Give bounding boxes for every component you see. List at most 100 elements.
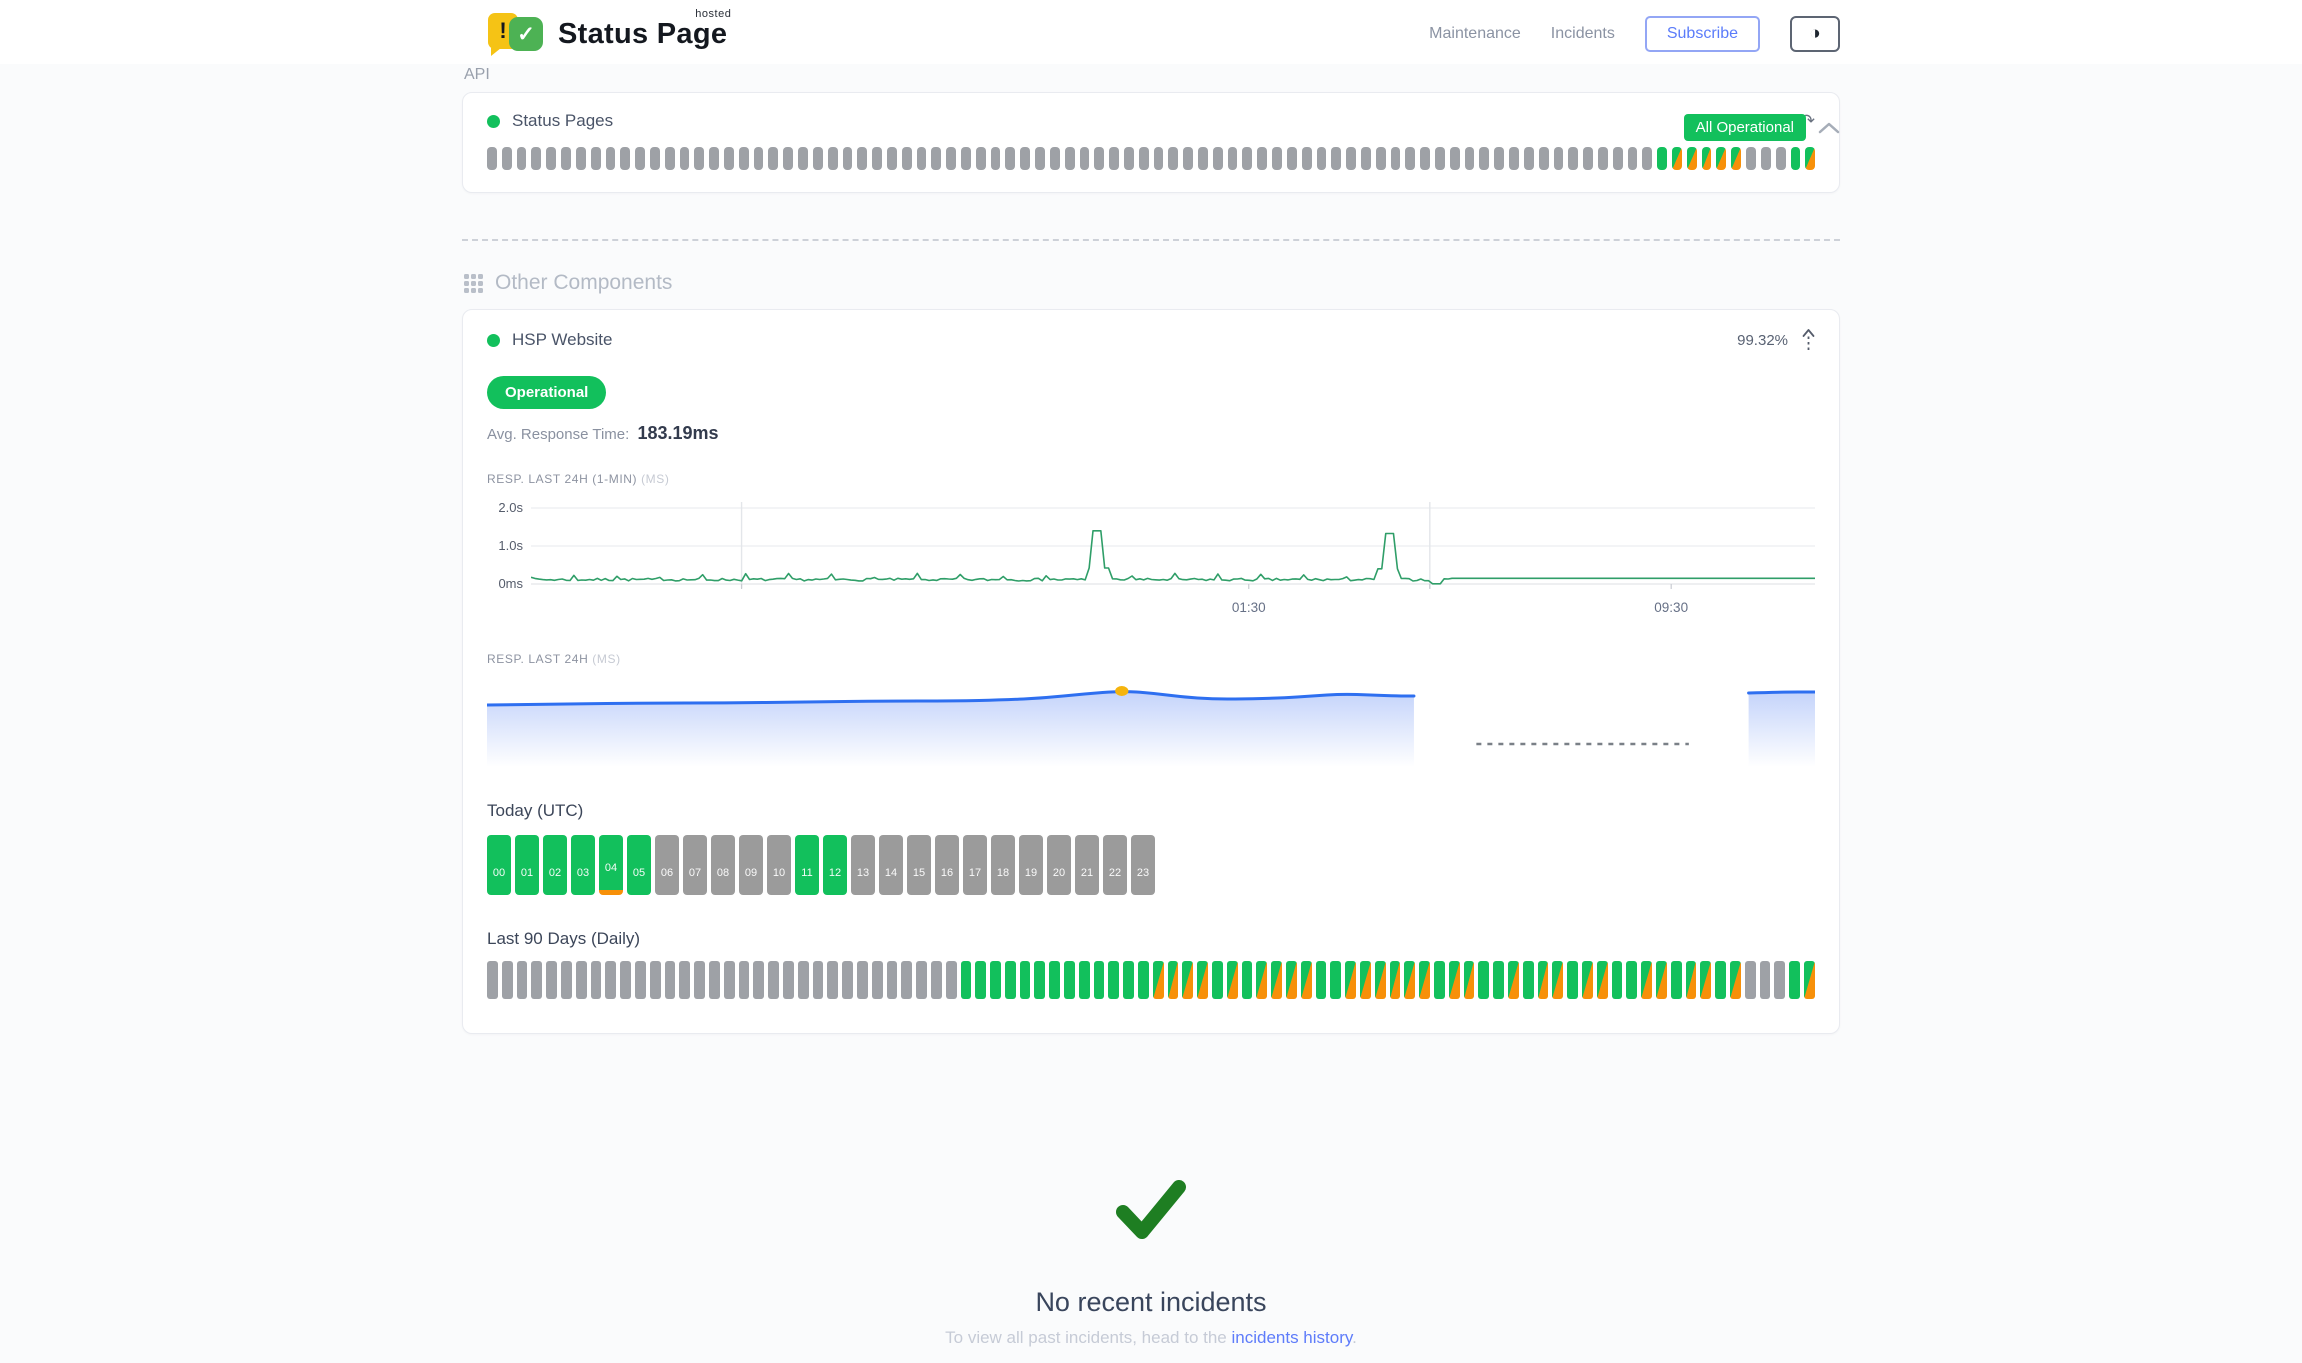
hour-block-11[interactable]: 11: [795, 835, 819, 895]
uptime-bar[interactable]: [1789, 961, 1800, 999]
uptime-bar[interactable]: [1287, 147, 1297, 170]
uptime-bar[interactable]: [1761, 147, 1771, 170]
uptime-bar[interactable]: [1049, 961, 1060, 999]
uptime-bar[interactable]: [1612, 961, 1623, 999]
uptime-bar[interactable]: [1005, 961, 1016, 999]
uptime-bar[interactable]: [517, 147, 527, 170]
uptime-bar[interactable]: [887, 961, 898, 999]
uptime-bar[interactable]: [605, 961, 616, 999]
uptime-bar[interactable]: [1804, 961, 1815, 999]
uptime-bar[interactable]: [1391, 147, 1401, 170]
uptime-bar[interactable]: [990, 961, 1001, 999]
hour-block-01[interactable]: 01: [515, 835, 539, 895]
uptime-bar[interactable]: [1776, 147, 1786, 170]
uptime-bar[interactable]: [1730, 961, 1741, 999]
uptime-bar[interactable]: [1672, 147, 1682, 170]
uptime-bar[interactable]: [1597, 961, 1608, 999]
hour-block-04[interactable]: 04: [599, 835, 623, 895]
uptime-bar[interactable]: [1805, 147, 1815, 170]
uptime-bar[interactable]: [1671, 961, 1682, 999]
hour-block-20[interactable]: 20: [1047, 835, 1071, 895]
uptime-bar[interactable]: [1330, 961, 1341, 999]
hour-block-13[interactable]: 13: [851, 835, 875, 895]
uptime-bar[interactable]: [1465, 147, 1475, 170]
uptime-bar[interactable]: [679, 961, 690, 999]
hour-block-12[interactable]: 12: [823, 835, 847, 895]
hour-block-23[interactable]: 23: [1131, 835, 1155, 895]
uptime-bar[interactable]: [1774, 961, 1785, 999]
uptime-bar[interactable]: [1272, 147, 1282, 170]
hour-block-09[interactable]: 09: [739, 835, 763, 895]
uptime-bar[interactable]: [1552, 961, 1563, 999]
uptime-bar[interactable]: [1227, 961, 1238, 999]
uptime-bar[interactable]: [1554, 147, 1564, 170]
uptime-bar[interactable]: [531, 147, 541, 170]
uptime-bar[interactable]: [842, 961, 853, 999]
uptime-bar[interactable]: [1716, 147, 1726, 170]
response-time-day-chart[interactable]: [487, 672, 1815, 767]
uptime-bar[interactable]: [694, 147, 704, 170]
uptime-bar[interactable]: [650, 147, 660, 170]
collapse-arrow-up-icon[interactable]: [1802, 328, 1815, 352]
uptime-bar[interactable]: [561, 961, 572, 999]
uptime-bar[interactable]: [1390, 961, 1401, 999]
uptime-bar[interactable]: [1154, 147, 1164, 170]
uptime-bar[interactable]: [1198, 147, 1208, 170]
uptime-bar[interactable]: [1628, 147, 1638, 170]
uptime-bar[interactable]: [783, 147, 793, 170]
uptime-bar[interactable]: [709, 147, 719, 170]
uptime-bar[interactable]: [916, 961, 927, 999]
uptime-bar[interactable]: [1434, 961, 1445, 999]
uptime-bar[interactable]: [1598, 147, 1608, 170]
uptime-bar[interactable]: [754, 147, 764, 170]
uptime-bar[interactable]: [1109, 147, 1119, 170]
brand-logo[interactable]: ! ✓ Status Page hosted: [488, 10, 727, 58]
uptime-bar[interactable]: [576, 147, 586, 170]
hour-block-18[interactable]: 18: [991, 835, 1015, 895]
uptime-bar[interactable]: [1020, 147, 1030, 170]
uptime-bar[interactable]: [872, 147, 882, 170]
uptime-bar[interactable]: [887, 147, 897, 170]
uptime-bar[interactable]: [1286, 961, 1297, 999]
uptime-bar[interactable]: [857, 147, 867, 170]
uptime-bar[interactable]: [1478, 961, 1489, 999]
subscribe-button[interactable]: Subscribe: [1645, 16, 1760, 52]
uptime-bar[interactable]: [976, 147, 986, 170]
uptime-bar[interactable]: [1641, 961, 1652, 999]
uptime-bar[interactable]: [1302, 147, 1312, 170]
uptime-bar[interactable]: [1493, 961, 1504, 999]
uptime-bars-last-90-days[interactable]: [487, 961, 1815, 999]
uptime-bar[interactable]: [931, 147, 941, 170]
uptime-bar[interactable]: [1508, 961, 1519, 999]
uptime-bar[interactable]: [1316, 961, 1327, 999]
nav-maintenance[interactable]: Maintenance: [1429, 25, 1521, 43]
uptime-bar[interactable]: [768, 961, 779, 999]
uptime-bar[interactable]: [487, 961, 498, 999]
uptime-bar[interactable]: [1346, 147, 1356, 170]
uptime-bar[interactable]: [1657, 147, 1667, 170]
uptime-bar[interactable]: [843, 147, 853, 170]
uptime-bar[interactable]: [753, 961, 764, 999]
hour-block-00[interactable]: 00: [487, 835, 511, 895]
uptime-bar[interactable]: [1005, 147, 1015, 170]
uptime-bar[interactable]: [650, 961, 661, 999]
uptime-bar[interactable]: [798, 961, 809, 999]
uptime-bar[interactable]: [1479, 147, 1489, 170]
hour-block-05[interactable]: 05: [627, 835, 651, 895]
uptime-bar[interactable]: [531, 961, 542, 999]
uptime-bar[interactable]: [1419, 961, 1430, 999]
uptime-bar[interactable]: [813, 961, 824, 999]
hour-block-07[interactable]: 07: [683, 835, 707, 895]
uptime-bar[interactable]: [487, 147, 497, 170]
uptime-bar[interactable]: [946, 961, 957, 999]
uptime-bar[interactable]: [1745, 961, 1756, 999]
uptime-bar[interactable]: [1524, 147, 1534, 170]
uptime-bar[interactable]: [694, 961, 705, 999]
uptime-bar[interactable]: [857, 961, 868, 999]
uptime-bar[interactable]: [561, 147, 571, 170]
uptime-bar[interactable]: [635, 147, 645, 170]
uptime-bar[interactable]: [1361, 147, 1371, 170]
uptime-bar[interactable]: [1065, 147, 1075, 170]
uptime-bar[interactable]: [1123, 961, 1134, 999]
uptime-bar[interactable]: [1168, 961, 1179, 999]
